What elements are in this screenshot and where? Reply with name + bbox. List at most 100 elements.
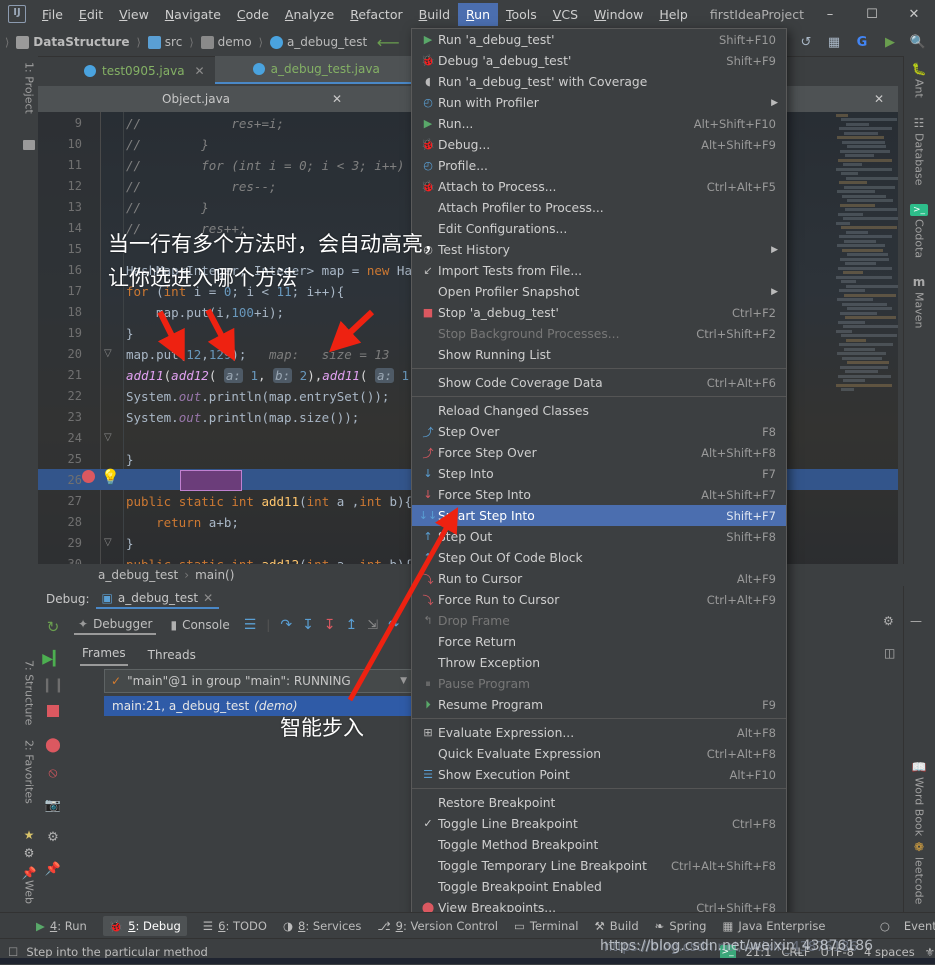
navbar-actions[interactable]: ↺ ▦ G ▶ 🔍 xyxy=(793,31,935,53)
mute-breakpoints-icon[interactable]: ⦸ xyxy=(42,762,64,784)
bottom-tool-4-run[interactable]: ▶4: Run xyxy=(36,919,87,933)
close-icon[interactable]: ✕ xyxy=(195,64,205,78)
sidebar-item-structure[interactable]: 7: Structure xyxy=(20,660,38,725)
run-config-icon[interactable]: ▶ xyxy=(877,31,903,53)
editor-minimap[interactable] xyxy=(834,112,898,564)
menu-file[interactable]: File xyxy=(34,3,71,26)
menu-item-resume-program[interactable]: ⏵Resume ProgramF9 xyxy=(412,694,786,715)
stop-icon[interactable] xyxy=(42,700,64,722)
translate-icon[interactable]: G xyxy=(849,31,875,53)
menu-item-force-step-over[interactable]: ⤴Force Step OverAlt+Shift+F8 xyxy=(412,442,786,463)
menu-item-show-execution-point[interactable]: ☰Show Execution PointAlt+F10 xyxy=(412,764,786,785)
layout-icon[interactable]: ☰ xyxy=(244,617,257,633)
maximize-button[interactable]: ☐ xyxy=(851,0,893,28)
code-line[interactable]: // res+=i; xyxy=(126,116,284,131)
code-line[interactable]: } xyxy=(126,536,134,551)
menu-item-run-a-debug-test[interactable]: ▶Run 'a_debug_test'Shift+F10 xyxy=(412,29,786,50)
resume-icon[interactable]: ▶▎ xyxy=(42,648,64,670)
bottom-tool-5-debug[interactable]: 🐞5: Debug xyxy=(103,916,187,936)
run-menu-popup[interactable]: ▶Run 'a_debug_test'Shift+F10🐞Debug 'a_de… xyxy=(411,28,787,935)
sidebar-item-web[interactable]: Web xyxy=(20,880,38,904)
menu-tools[interactable]: Tools xyxy=(498,3,545,26)
force-step-into-icon[interactable]: ↧ xyxy=(324,617,336,633)
thread-selector-dropdown[interactable]: ✓ "main"@1 in group "main": RUNNING ▼ xyxy=(104,669,414,693)
code-line[interactable]: add11(add12( a: 1, b: 2),add11( a: 1, b xyxy=(126,368,436,383)
menu-item-show-code-coverage-data[interactable]: Show Code Coverage DataCtrl+Alt+F6 xyxy=(412,372,786,393)
bottom-tool-6-todo[interactable]: ☰6: TODO xyxy=(203,919,267,933)
menu-item-open-profiler-snapshot[interactable]: Open Profiler Snapshot▶ xyxy=(412,281,786,302)
menu-item-attach-profiler-to-process[interactable]: Attach Profiler to Process... xyxy=(412,197,786,218)
menu-item-step-out[interactable]: ↑Step OutShift+F8 xyxy=(412,526,786,547)
step-into-icon[interactable]: ↧ xyxy=(302,617,314,633)
menu-view[interactable]: View xyxy=(111,3,157,26)
menu-item-toggle-line-breakpoint[interactable]: ✓Toggle Line BreakpointCtrl+F8 xyxy=(412,813,786,834)
sidebar-item-word-book[interactable]: 📖 Word Book xyxy=(903,760,935,836)
step-out-icon[interactable]: ↥ xyxy=(346,617,358,633)
menu-vcs[interactable]: VCS xyxy=(545,3,586,26)
debug-session-tab[interactable]: ▣ a_debug_test ✕ xyxy=(96,589,220,609)
menu-item-toggle-temporary-line-breakpoint[interactable]: Toggle Temporary Line BreakpointCtrl+Alt… xyxy=(412,855,786,876)
menu-item-throw-exception[interactable]: Throw Exception xyxy=(412,652,786,673)
bottom-tool-8-services[interactable]: ◑8: Services xyxy=(283,919,361,933)
settings-icon[interactable]: ⚙ xyxy=(42,826,64,848)
bottom-tool-build[interactable]: ⚒Build xyxy=(594,919,638,933)
menu-code[interactable]: Code xyxy=(229,3,277,26)
console-split-icon[interactable]: ◫ xyxy=(884,646,895,660)
menu-item-profile[interactable]: ◴Profile... xyxy=(412,155,786,176)
menu-item-reload-changed-classes[interactable]: Reload Changed Classes xyxy=(412,400,786,421)
menu-item-evaluate-expression[interactable]: ⊞Evaluate Expression...Alt+F8 xyxy=(412,722,786,743)
search-everywhere-icon[interactable]: 🔍 xyxy=(905,31,931,53)
rerun-icon[interactable]: ↻ xyxy=(42,616,64,638)
menu-item-run-with-profiler[interactable]: ◴Run with Profiler▶ xyxy=(412,92,786,113)
sidebar-item-ant[interactable]: 🐛 Ant xyxy=(903,62,935,98)
sidebar-item-maven[interactable]: m Maven xyxy=(903,275,935,328)
code-line[interactable]: // } xyxy=(126,200,209,215)
menu-item-toggle-breakpoint-enabled[interactable]: Toggle Breakpoint Enabled xyxy=(412,876,786,897)
bottom-tool-terminal[interactable]: ▭Terminal xyxy=(514,919,578,933)
breadcrumb-class[interactable]: a_debug_test xyxy=(98,568,178,582)
breadcrumb-src[interactable]: src xyxy=(146,35,185,49)
menu-item-run[interactable]: ▶Run...Alt+Shift+F10 xyxy=(412,113,786,134)
breadcrumb-method[interactable]: main() xyxy=(195,568,234,582)
view-breakpoints-icon[interactable]: ⬤ xyxy=(42,734,64,756)
code-line[interactable]: map.put(i,100+i); xyxy=(126,305,284,320)
breakpoint-icon[interactable] xyxy=(82,470,95,483)
close-button[interactable]: ✕ xyxy=(893,0,935,28)
bottom-tool-spring[interactable]: ❧Spring xyxy=(655,919,707,933)
menu-item-step-over[interactable]: ⤴Step OverF8 xyxy=(412,421,786,442)
menu-run[interactable]: Run xyxy=(458,3,498,26)
menu-help[interactable]: Help xyxy=(651,3,696,26)
bottom-tool-bar[interactable]: ▶4: Run🐞5: Debug☰6: TODO◑8: Services⎇9: … xyxy=(0,912,935,939)
menu-item-edit-configurations[interactable]: Edit Configurations... xyxy=(412,218,786,239)
menu-item-step-out-of-code-block[interactable]: ↑Step Out Of Code Block xyxy=(412,547,786,568)
hide-window-icon[interactable]: — xyxy=(910,614,922,628)
menu-item-quick-evaluate-expression[interactable]: Quick Evaluate ExpressionCtrl+Alt+F8 xyxy=(412,743,786,764)
intention-bulb-icon[interactable]: 💡 xyxy=(101,468,119,486)
code-line[interactable]: System.out.println(map.size()); xyxy=(126,410,359,425)
code-line[interactable]: public static int add12(int a ,int b){ xyxy=(126,557,412,564)
undo-icon[interactable]: ↺ xyxy=(793,31,819,53)
menu-window[interactable]: Window xyxy=(586,3,651,26)
menu-edit[interactable]: Edit xyxy=(71,3,111,26)
breadcrumb-a-debug-test[interactable]: a_debug_test xyxy=(268,35,369,49)
menu-item-restore-breakpoint[interactable]: Restore Breakpoint xyxy=(412,792,786,813)
main-menu-bar[interactable]: FileEditViewNavigateCodeAnalyzeRefactorB… xyxy=(34,3,696,26)
sidebar-item-favorites[interactable]: 2: Favorites xyxy=(20,740,38,804)
run-to-cursor-icon[interactable]: ↷ xyxy=(388,618,399,633)
code-line[interactable]: // res--; xyxy=(126,179,277,194)
back-arrow-icon[interactable]: ⟵ xyxy=(375,31,401,53)
menu-item-step-into[interactable]: ↓Step IntoF7 xyxy=(412,463,786,484)
chevron-down-icon[interactable]: ▼ xyxy=(400,676,407,686)
code-line[interactable]: public static int add11(int a ,int b){ xyxy=(126,494,412,509)
sidebar-item-leetcode[interactable]: ❁ leetcode xyxy=(903,840,935,904)
menu-analyze[interactable]: Analyze xyxy=(277,3,342,26)
gear-icon[interactable]: ⚙ xyxy=(20,846,38,860)
code-line[interactable]: // } xyxy=(126,137,209,152)
fold-marker-icon[interactable]: ▽ xyxy=(104,537,112,548)
close-icon[interactable]: ✕ xyxy=(332,92,342,106)
sidebar-item-project[interactable]: 1: Project xyxy=(20,62,38,114)
fold-marker-icon[interactable]: ▽ xyxy=(104,432,112,443)
screenshot-icon[interactable]: 📷 xyxy=(42,794,64,816)
tab-debugger[interactable]: ✦ Debugger xyxy=(74,615,156,635)
breadcrumb-datastructure[interactable]: DataStructure xyxy=(14,35,131,49)
